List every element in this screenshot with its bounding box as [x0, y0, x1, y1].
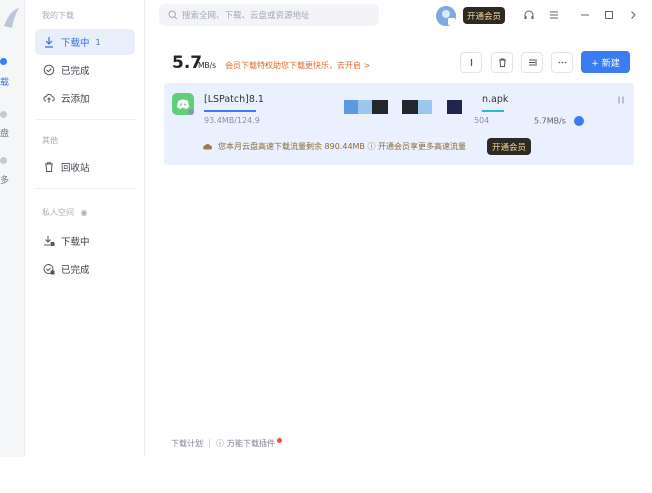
quota-vip-button[interactable]: 开通会员: [487, 138, 531, 155]
new-task-button[interactable]: + 新建: [581, 51, 630, 73]
sidebar-item-private-downloading[interactable]: 下载中: [35, 228, 135, 254]
trash-icon: [45, 162, 53, 172]
plugin-icon: ⓘ: [216, 439, 224, 448]
download-nav-icon[interactable]: [0, 58, 7, 65]
task-filename-start: [LSPatch]8.1: [204, 94, 264, 105]
avatar-image-icon: [436, 6, 456, 26]
search-input[interactable]: 搜索全网、下载、云盘或资源地址: [159, 4, 379, 26]
more-button[interactable]: [551, 52, 573, 73]
sidebar-item-label: 已完成: [61, 66, 90, 77]
more-dots-icon: [558, 61, 566, 64]
downloading-count: 1: [95, 37, 101, 47]
redaction-block: [418, 100, 432, 114]
trash-icon: [498, 58, 506, 67]
redaction-block: [344, 100, 358, 114]
app-rail: 载 盘 多: [0, 0, 25, 457]
sidebar-item-trash[interactable]: 回收站: [35, 154, 135, 180]
redaction-block: [447, 100, 462, 114]
discord-glyph-icon: [177, 99, 194, 115]
bar-icon: [470, 59, 472, 66]
redaction-block: [372, 100, 388, 114]
sidebar-item-private-completed[interactable]: 已完成: [35, 256, 135, 282]
task-filename-end: n.apk: [482, 94, 509, 105]
footer-bar: 下载计划 ⓘ 万能下载插件: [171, 438, 282, 449]
private-download-icon: [44, 236, 55, 246]
delete-button[interactable]: [491, 52, 513, 73]
download-task-row[interactable]: [LSPatch]8.1 n.apk 93.4MB/124.9 504 5.7M…: [164, 83, 634, 165]
redaction-block: [402, 100, 418, 114]
cloud-upload-icon: [43, 93, 55, 103]
private-check-icon: [43, 264, 55, 275]
sidebar-divider: [35, 119, 135, 120]
search-icon: [168, 10, 178, 20]
notification-dot: [277, 438, 282, 443]
cloud-warning-icon: [203, 144, 212, 150]
total-speed-unit: MB/s: [198, 61, 217, 70]
maximize-icon[interactable]: [603, 9, 615, 21]
sort-button[interactable]: [521, 52, 543, 73]
chevron-right-icon[interactable]: [627, 9, 639, 21]
rail-item-download[interactable]: 载: [0, 75, 25, 88]
bird-logo-icon: [4, 8, 19, 28]
pause-icon[interactable]: [616, 95, 626, 105]
task-size: 93.4MB/124.9: [204, 116, 260, 125]
cloud-nav-icon[interactable]: [0, 111, 7, 118]
start-all-button[interactable]: [460, 52, 482, 73]
menu-icon[interactable]: [548, 9, 560, 21]
minimize-icon[interactable]: [579, 9, 591, 21]
sidebar-item-downloading[interactable]: 下载中 1: [35, 29, 135, 55]
discord-app-icon: [172, 93, 194, 115]
search-placeholder: 搜索全网、下载、云盘或资源地址: [182, 11, 310, 21]
sidebar-item-cloud-add[interactable]: 云添加: [35, 85, 135, 111]
universal-plugin-link[interactable]: 万能下载插件: [227, 438, 275, 449]
open-vip-button[interactable]: 开通会员: [463, 7, 505, 24]
download-arrow-icon: [45, 37, 53, 48]
sidebar-item-completed[interactable]: 已完成: [35, 57, 135, 83]
task-size-tail: 504: [474, 116, 490, 125]
sidebar-divider: [35, 188, 135, 189]
more-nav-icon[interactable]: [0, 157, 7, 164]
download-plan-link[interactable]: 下载计划: [171, 438, 203, 449]
sidebar-item-label: 下载中: [61, 38, 90, 49]
avatar[interactable]: [436, 6, 456, 26]
task-progress-bar: [204, 110, 256, 112]
headset-icon[interactable]: [523, 9, 535, 21]
footer-divider: [209, 439, 210, 448]
cloud-quota-notice: 您本月云盘高速下载流量剩余 890.44MB ⓘ 开通会员享更多高速流量: [202, 141, 466, 152]
section-other: 其他: [42, 136, 58, 145]
redaction-block: [358, 100, 372, 114]
eye-icon[interactable]: ◉: [81, 208, 88, 217]
check-circle-icon: [43, 64, 55, 76]
sidebar-item-label: 下载中: [61, 237, 90, 248]
sidebar-item-label: 已完成: [61, 265, 90, 276]
sidebar-item-label: 云添加: [61, 94, 90, 105]
cloud-boost-icon: [573, 116, 584, 126]
sidebar: 我的下载 下载中 1 已完成 云添加 其他 回收站 私人空间 ◉ 下载中 已完成: [25, 0, 145, 457]
rail-item-more[interactable]: 多: [0, 173, 25, 186]
vip-promo-link[interactable]: 会员下载特权助您下载更快乐，去开启 >: [225, 60, 370, 71]
list-sort-icon: [528, 59, 536, 66]
sidebar-item-label: 回收站: [61, 163, 90, 174]
section-private-space: 私人空间 ◉: [42, 208, 88, 217]
section-my-downloads: 我的下载: [42, 11, 74, 20]
task-progress-bar-tail: [482, 110, 504, 112]
rail-item-cloud[interactable]: 盘: [0, 126, 25, 139]
task-speed: 5.7MB/s: [534, 116, 584, 126]
